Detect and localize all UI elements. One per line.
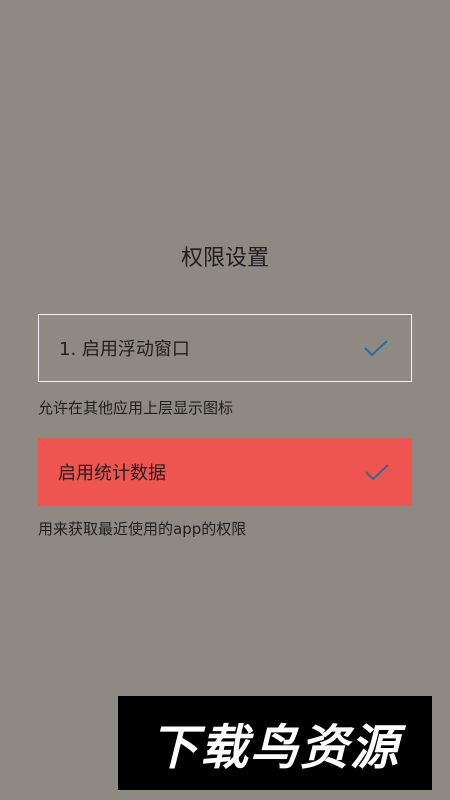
enable-usage-stats-option[interactable]: 启用统计数据 [38,438,412,506]
check-icon [364,340,388,357]
option-label: 1. 启用浮动窗口 [59,339,190,360]
permission-settings-screen: 权限设置 1. 启用浮动窗口 允许在其他应用上层显示图标 启用统计数据 用来获取… [0,0,450,800]
check-icon [365,464,389,481]
option-description: 允许在其他应用上层显示图标 [38,399,234,417]
watermark-text: 下载鸟资源 [149,720,400,776]
enable-floating-window-option[interactable]: 1. 启用浮动窗口 [38,314,412,382]
option-description: 用来获取最近使用的app的权限 [38,520,247,538]
option-label: 启用统计数据 [58,463,166,484]
watermark-logo: 下载鸟资源 [118,696,432,790]
page-title: 权限设置 [180,246,269,271]
